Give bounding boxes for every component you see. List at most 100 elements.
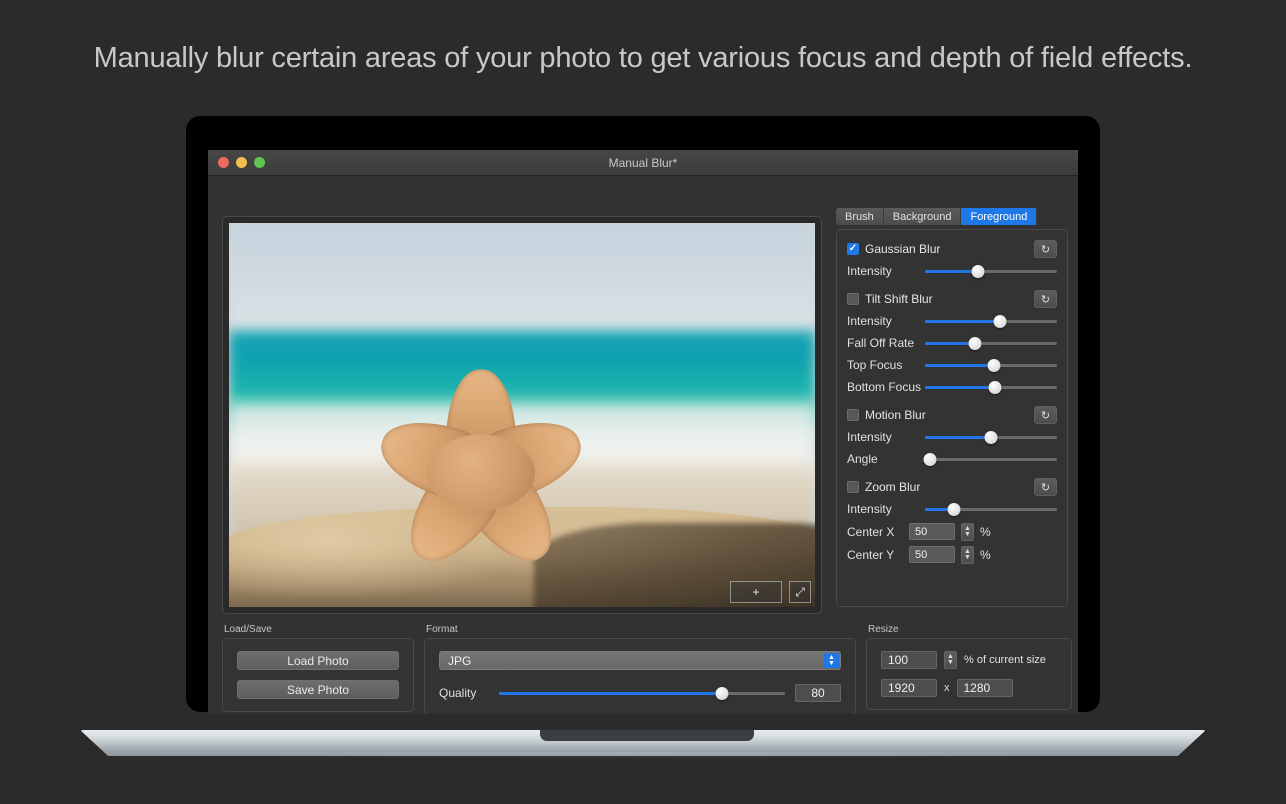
app-body: + ⤢ Brush Background Foreground <box>208 176 1078 714</box>
slider-thumb[interactable] <box>924 453 937 466</box>
gaussian-intensity-label: Intensity <box>847 264 925 278</box>
effect-header-motion-blur: Motion Blur ↻ <box>847 404 1057 426</box>
center-y-unit: % <box>980 548 991 562</box>
format-title: Format <box>424 624 856 635</box>
pan-crosshair-icon[interactable]: + <box>730 581 782 603</box>
tab-foreground[interactable]: Foreground <box>961 208 1037 225</box>
resize-percent-input[interactable]: 100 <box>881 651 937 669</box>
quality-label: Quality <box>439 686 489 700</box>
zoom-blur-checkbox-icon[interactable] <box>847 481 859 493</box>
gaussian-intensity-slider[interactable] <box>925 263 1057 279</box>
slider-track <box>925 458 1057 461</box>
resize-group: Resize 100 ▲▼ % of current size 1920 x 1… <box>866 624 1072 714</box>
laptop-base-notch <box>540 730 754 741</box>
slider-row-fall-off-rate: Fall Off Rate <box>847 332 1057 354</box>
window-titlebar: Manual Blur* <box>208 150 1078 176</box>
resize-height-input[interactable]: 1280 <box>957 679 1013 697</box>
effect-header-tilt-shift-blur: Tilt Shift Blur ↻ <box>847 288 1057 310</box>
photo-canvas[interactable]: + ⤢ <box>229 223 815 607</box>
tilt-shift-blur-checkbox-icon[interactable] <box>847 293 859 305</box>
slider-thumb[interactable] <box>988 381 1001 394</box>
traffic-lights <box>218 157 265 168</box>
zoom-blur-toggle[interactable]: Zoom Blur <box>847 480 920 494</box>
gaussian-blur-refresh-icon[interactable]: ↻ <box>1034 240 1057 258</box>
top-focus-label: Top Focus <box>847 358 925 372</box>
load-save-box: Load Photo Save Photo <box>222 638 414 712</box>
resize-percent-label: % of current size <box>964 654 1046 666</box>
laptop-mockup: Manual Blur* <box>186 116 1100 716</box>
motion-blur-refresh-icon[interactable]: ↻ <box>1034 406 1057 424</box>
laptop-screen: Manual Blur* <box>208 150 1078 714</box>
close-button-icon[interactable] <box>218 157 229 168</box>
slider-fill <box>925 342 975 345</box>
slider-thumb[interactable] <box>716 687 729 700</box>
center-x-stepper[interactable]: ▲▼ <box>961 523 974 541</box>
resize-width-input[interactable]: 1920 <box>881 679 937 697</box>
page-root: Manually blur certain areas of your phot… <box>0 0 1286 804</box>
effect-header-gaussian-blur: Gaussian Blur ↻ <box>847 238 1057 260</box>
load-photo-button[interactable]: Load Photo <box>237 651 399 670</box>
zoom-intensity-label: Intensity <box>847 502 925 516</box>
tilt-shift-blur-refresh-icon[interactable]: ↻ <box>1034 290 1057 308</box>
bottom-toolbar: Load/Save Load Photo Save Photo Format J… <box>222 624 1072 714</box>
center-x-input[interactable]: 50 <box>909 523 955 540</box>
minimize-button-icon[interactable] <box>236 157 247 168</box>
center-x-unit: % <box>980 525 991 539</box>
quality-value-input[interactable]: 80 <box>795 684 841 702</box>
slider-row-angle: Angle <box>847 448 1057 470</box>
load-save-title: Load/Save <box>222 624 414 635</box>
angle-slider[interactable] <box>925 451 1057 467</box>
slider-thumb[interactable] <box>985 431 998 444</box>
center-x-label: Center X <box>847 525 903 539</box>
photo-tool-overlay: + ⤢ <box>730 581 811 603</box>
chevron-updown-icon[interactable]: ▲▼ <box>824 653 839 668</box>
zoom-blur-refresh-icon[interactable]: ↻ <box>1034 478 1057 496</box>
slider-row-gaussian-intensity: Intensity <box>847 260 1057 282</box>
center-y-row: Center Y 50 ▲▼ % <box>847 543 1057 566</box>
page-headline: Manually blur certain areas of your phot… <box>0 42 1286 75</box>
slider-row-tilt-intensity: Intensity <box>847 310 1057 332</box>
gaussian-blur-label: Gaussian Blur <box>865 242 940 256</box>
center-x-row: Center X 50 ▲▼ % <box>847 520 1057 543</box>
format-select[interactable]: JPG ▲▼ <box>439 651 841 670</box>
window-title: Manual Blur* <box>208 156 1078 170</box>
motion-blur-label: Motion Blur <box>865 408 926 422</box>
quality-slider[interactable] <box>499 685 785 701</box>
tilt-shift-blur-toggle[interactable]: Tilt Shift Blur <box>847 292 933 306</box>
bottom-focus-slider[interactable] <box>925 379 1057 395</box>
gaussian-blur-checkbox-icon[interactable] <box>847 243 859 255</box>
gaussian-blur-toggle[interactable]: Gaussian Blur <box>847 242 940 256</box>
effects-sidebar: Brush Background Foreground Gaussian Blu… <box>836 208 1068 607</box>
effect-header-zoom-blur: Zoom Blur ↻ <box>847 476 1057 498</box>
motion-blur-toggle[interactable]: Motion Blur <box>847 408 926 422</box>
slider-thumb[interactable] <box>987 359 1000 372</box>
slider-thumb[interactable] <box>948 503 961 516</box>
resize-separator: x <box>944 682 950 694</box>
maximize-button-icon[interactable] <box>254 157 265 168</box>
photo-sky-layer <box>229 223 815 346</box>
fall-off-rate-slider[interactable] <box>925 335 1057 351</box>
slider-fill <box>925 270 978 273</box>
tilt-intensity-label: Intensity <box>847 314 925 328</box>
bottom-focus-label: Bottom Focus <box>847 380 925 394</box>
motion-blur-checkbox-icon[interactable] <box>847 409 859 421</box>
save-photo-button[interactable]: Save Photo <box>237 680 399 699</box>
center-y-stepper[interactable]: ▲▼ <box>961 546 974 564</box>
photo-preview-frame[interactable]: + ⤢ <box>222 216 822 614</box>
tilt-intensity-slider[interactable] <box>925 313 1057 329</box>
tab-background[interactable]: Background <box>884 208 962 225</box>
zoom-intensity-slider[interactable] <box>925 501 1057 517</box>
expand-fullscreen-icon[interactable]: ⤢ <box>789 581 811 603</box>
resize-percent-stepper[interactable]: ▲▼ <box>944 651 957 669</box>
top-focus-slider[interactable] <box>925 357 1057 373</box>
motion-intensity-slider[interactable] <box>925 429 1057 445</box>
tab-brush[interactable]: Brush <box>836 208 884 225</box>
quality-row: Quality 80 <box>439 684 841 702</box>
effect-tab-bar: Brush Background Foreground <box>836 208 1068 225</box>
slider-thumb[interactable] <box>994 315 1007 328</box>
resize-box: 100 ▲▼ % of current size 1920 x 1280 <box>866 638 1072 710</box>
resize-percent-row: 100 ▲▼ % of current size <box>881 651 1057 669</box>
center-y-input[interactable]: 50 <box>909 546 955 563</box>
slider-thumb[interactable] <box>971 265 984 278</box>
slider-thumb[interactable] <box>969 337 982 350</box>
